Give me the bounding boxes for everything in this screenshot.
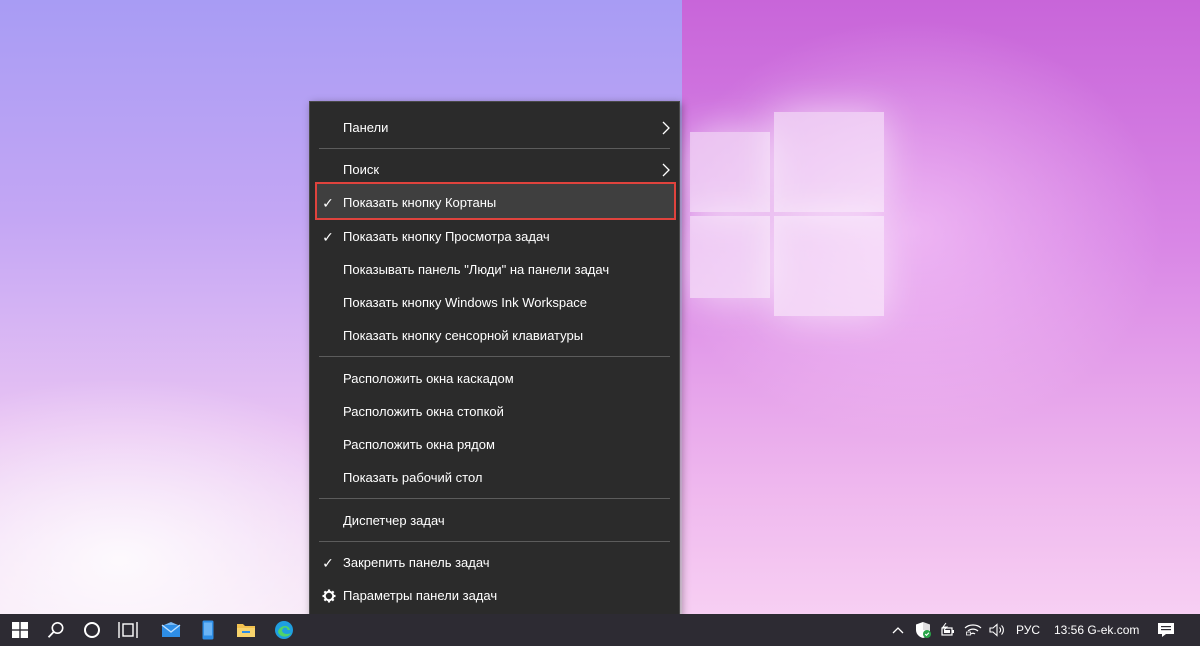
menu-separator: [319, 356, 670, 357]
windows-logo: [682, 110, 888, 316]
check-icon: ✓: [322, 195, 334, 211]
wifi-icon: [964, 624, 982, 636]
chevron-up-icon: [892, 627, 904, 634]
phone-app-button[interactable]: [192, 614, 224, 646]
volume-tray-button[interactable]: [986, 614, 1008, 646]
menu-item-show-cortana[interactable]: ✓ Показать кнопку Кортаны: [310, 188, 679, 218]
menu-item-stack-windows[interactable]: Расположить окна стопкой: [310, 397, 679, 427]
battery-icon: [941, 622, 954, 636]
chevron-right-icon: [662, 121, 670, 135]
menu-item-search[interactable]: Поиск: [310, 155, 679, 185]
chevron-right-icon: [662, 163, 670, 177]
windows-logo-pane: [690, 132, 770, 212]
mail-icon: [161, 622, 181, 637]
menu-item-label: Закрепить панель задач: [343, 555, 490, 570]
task-view-button[interactable]: [112, 614, 144, 646]
search-icon: [47, 622, 64, 638]
menu-item-label: Показывать панель "Люди" на панели задач: [343, 262, 610, 277]
action-center-button[interactable]: [1152, 614, 1180, 646]
language-indicator[interactable]: РУС: [1016, 614, 1040, 646]
menu-item-show-ink-workspace[interactable]: Показать кнопку Windows Ink Workspace: [310, 288, 679, 318]
menu-item-label: Панели: [343, 120, 389, 135]
menu-item-label: Расположить окна стопкой: [343, 404, 504, 419]
speaker-icon: [989, 623, 1004, 637]
search-button[interactable]: [40, 614, 72, 646]
menu-item-label: Поиск: [343, 162, 380, 177]
menu-separator: [319, 498, 670, 499]
menu-item-label: Параметры панели задач: [343, 588, 498, 603]
menu-item-cascade-windows[interactable]: Расположить окна каскадом: [310, 364, 679, 394]
file-explorer-button[interactable]: [230, 614, 262, 646]
shield-icon: [916, 622, 931, 638]
phone-icon: [202, 620, 214, 640]
menu-separator: [319, 541, 670, 542]
clock[interactable]: 13:56 G-ek.com: [1054, 614, 1139, 646]
windows-logo-pane: [774, 112, 884, 212]
gear-icon: [322, 589, 336, 603]
wifi-tray-button[interactable]: [962, 614, 984, 646]
menu-item-show-touch-keyboard[interactable]: Показать кнопку сенсорной клавиатуры: [310, 321, 679, 351]
taskbar: РУС 13:56 G-ek.com: [0, 614, 1200, 646]
menu-separator: [319, 148, 670, 149]
start-button[interactable]: [4, 614, 36, 646]
notification-icon: [1158, 623, 1174, 637]
windows-start-icon: [12, 622, 28, 638]
windows-logo-pane: [774, 216, 884, 316]
task-view-icon: [118, 622, 138, 638]
taskbar-context-menu: Панели Поиск ✓ Показать кнопку Кортаны ✓…: [309, 101, 680, 619]
edge-browser-button[interactable]: [268, 614, 300, 646]
menu-item-label: Расположить окна рядом: [343, 437, 495, 452]
windows-logo-pane: [690, 216, 770, 298]
battery-tray-button[interactable]: [938, 614, 960, 646]
menu-item-label: Показать кнопку Windows Ink Workspace: [343, 295, 588, 310]
menu-item-label: Расположить окна каскадом: [343, 371, 514, 386]
menu-item-show-task-view[interactable]: ✓ Показать кнопку Просмотра задач: [310, 222, 679, 252]
check-icon: ✓: [322, 555, 334, 571]
show-hidden-icons-button[interactable]: [888, 614, 908, 646]
menu-item-taskbar-settings[interactable]: Параметры панели задач: [310, 581, 679, 611]
cortana-button[interactable]: [76, 614, 108, 646]
menu-item-task-manager[interactable]: Диспетчер задач: [310, 506, 679, 536]
edge-icon: [275, 621, 293, 639]
cortana-icon: [84, 622, 100, 638]
menu-item-side-by-side-windows[interactable]: Расположить окна рядом: [310, 430, 679, 460]
menu-item-label: Показать рабочий стол: [343, 470, 483, 485]
mail-app-button[interactable]: [155, 614, 187, 646]
menu-item-show-people[interactable]: Показывать панель "Люди" на панели задач: [310, 255, 679, 285]
menu-item-show-desktop[interactable]: Показать рабочий стол: [310, 463, 679, 493]
menu-item-label: Показать кнопку Кортаны: [343, 195, 497, 210]
defender-tray-button[interactable]: [912, 614, 934, 646]
check-icon: ✓: [322, 229, 334, 245]
menu-item-label: Показать кнопку Просмотра задач: [343, 229, 550, 244]
menu-item-lock-taskbar[interactable]: ✓ Закрепить панель задач: [310, 548, 679, 578]
menu-item-label: Показать кнопку сенсорной клавиатуры: [343, 328, 584, 343]
menu-item-label: Диспетчер задач: [343, 513, 445, 528]
menu-item-panels[interactable]: Панели: [310, 113, 679, 143]
file-explorer-icon: [237, 624, 255, 637]
